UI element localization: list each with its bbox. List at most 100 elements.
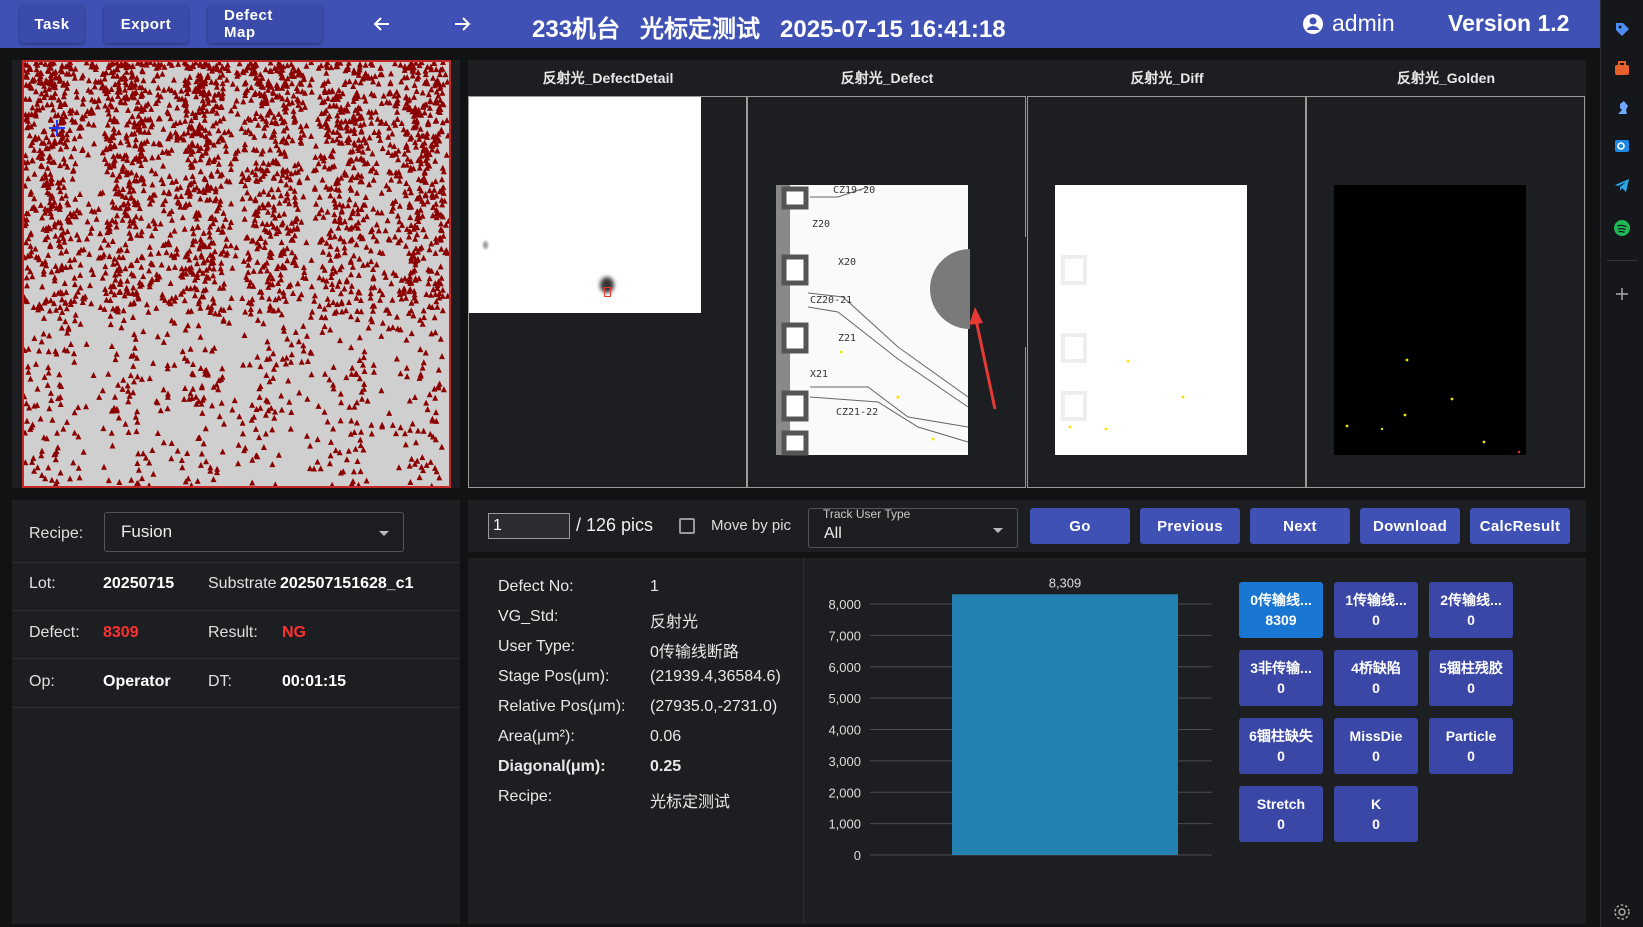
category-name: 3非传输... — [1250, 660, 1312, 676]
wafer-defect-map[interactable] — [22, 60, 451, 488]
detail-value: 0传输线断路 — [650, 644, 739, 661]
diff-image[interactable] — [1027, 96, 1306, 488]
user-name: admin — [1332, 10, 1395, 36]
back-arrow-icon[interactable] — [362, 0, 402, 48]
chevron-down-icon — [993, 528, 1003, 533]
category-count: 0 — [1277, 816, 1285, 832]
defect-category-button[interactable]: 0传输线... 8309 — [1239, 582, 1323, 638]
add-icon[interactable] — [1612, 284, 1632, 304]
right-sidebar — [1600, 0, 1643, 927]
navigation-controls: 1 / 126 pics Move by pic Track User Type… — [468, 500, 1586, 552]
category-name: Stretch — [1256, 796, 1306, 812]
detail-value: (21939.4,36584.6) — [650, 668, 781, 685]
category-count: 0 — [1467, 612, 1475, 628]
category-count: 0 — [1372, 816, 1380, 832]
image-title-golden: 反射光_Golden — [1396, 70, 1495, 86]
detail-label: Defect No: — [498, 578, 574, 595]
defect-category-button[interactable]: 1传输线... 0 — [1334, 582, 1418, 638]
trace-label-cz19-20: CZ19-20 — [833, 185, 875, 196]
chart-bar[interactable] — [952, 594, 1178, 855]
y-tick-label: 3,000 — [828, 754, 861, 769]
defect-category-button[interactable]: Stretch 0 — [1239, 786, 1323, 842]
move-by-pic-checkbox[interactable] — [679, 518, 695, 534]
trace-label-x21: X21 — [810, 369, 828, 380]
trace-label-z20: Z20 — [812, 219, 830, 230]
detail-value: 0.25 — [650, 758, 682, 775]
defect-map-button[interactable]: Defect Map — [208, 5, 322, 43]
result-value: NG — [282, 624, 306, 641]
next-button[interactable]: Next — [1250, 508, 1350, 544]
page-title: 233机台 光标定测试 2025-07-15 16:41:18 — [532, 16, 1006, 43]
download-button[interactable]: Download — [1360, 508, 1460, 544]
defect-image[interactable]: CZ19-20 Z20 X20 CZ20-21 Z21 X21 CZ21-22 — [747, 96, 1030, 488]
defect-category-button[interactable]: 4桥缺陷 0 — [1334, 650, 1418, 706]
detail-label: Diagonal(μm): — [498, 758, 606, 775]
chess-icon[interactable] — [1612, 97, 1632, 117]
category-name: 6锢柱缺失 — [1249, 728, 1313, 744]
category-count: 8309 — [1265, 612, 1297, 628]
y-tick-label: 8,000 — [828, 597, 861, 612]
tag-icon[interactable] — [1612, 19, 1632, 39]
spotify-icon[interactable] — [1612, 218, 1632, 238]
track-user-type-select[interactable]: Track User Type All — [808, 507, 1018, 548]
category-name: Particle — [1445, 728, 1497, 744]
detail-label: Area(μm²): — [498, 728, 575, 745]
detail-label: Stage Pos(μm): — [498, 668, 610, 685]
defect-category-button[interactable]: Particle 0 — [1429, 718, 1513, 774]
category-count: 0 — [1372, 748, 1380, 764]
defect-count-value: 8309 — [103, 624, 139, 641]
defect-detail-panel: Defect No: 1 VG_Std: 反射光 User Type: 0传输线… — [468, 558, 1586, 924]
toolbox-icon[interactable] — [1612, 58, 1632, 78]
category-name: 5锢柱残胶 — [1439, 660, 1503, 676]
detail-label: User Type: — [498, 638, 576, 655]
task-button[interactable]: Task — [20, 5, 84, 43]
result-label: Result: — [208, 624, 258, 641]
page-total: / 126 pics — [576, 515, 654, 535]
defect-category-button[interactable]: 3非传输... 0 — [1239, 650, 1323, 706]
trace-label-z21: Z21 — [838, 333, 856, 344]
image-title-defect-detail: 反射光_DefectDetail — [542, 70, 674, 86]
recipe-select-value: Fusion — [121, 522, 173, 541]
defect-detail-image[interactable] — [468, 96, 747, 488]
image-viewer-panel: 反射光_DefectDetail 反射光_Defect 反射光_Diff 反射光… — [468, 60, 1586, 488]
track-user-type-label: Track User Type — [823, 507, 911, 521]
substrate-value: 20250715162​8_c1 — [280, 575, 414, 592]
go-button[interactable]: Go — [1030, 508, 1130, 544]
op-label: Op: — [29, 673, 55, 690]
user-menu[interactable]: admin — [1302, 10, 1395, 37]
recipe-label: Recipe: — [29, 525, 84, 542]
y-tick-label: 2,000 — [828, 785, 861, 800]
y-tick-label: 6,000 — [828, 660, 861, 675]
detail-value: (27935.0,-2731.0) — [650, 698, 778, 715]
lot-label: Lot: — [29, 575, 56, 592]
category-name: 2传输线... — [1440, 592, 1502, 608]
category-name: 1传输线... — [1345, 592, 1407, 608]
category-name: 4桥缺陷 — [1351, 660, 1401, 676]
export-button[interactable]: Export — [104, 5, 188, 43]
detail-value: 0.06 — [650, 728, 682, 745]
dt-label: DT: — [208, 673, 232, 690]
y-tick-label: 0 — [854, 848, 861, 863]
recipe-select[interactable]: Fusion — [104, 512, 404, 552]
category-name: MissDie — [1349, 728, 1403, 744]
category-count: 0 — [1467, 748, 1475, 764]
defect-category-button[interactable]: MissDie 0 — [1334, 718, 1418, 774]
y-tick-label: 4,000 — [828, 723, 861, 738]
forward-arrow-icon[interactable] — [442, 0, 482, 48]
defect-category-button[interactable]: 2传输线... 0 — [1429, 582, 1513, 638]
previous-button[interactable]: Previous — [1140, 508, 1240, 544]
category-count: 0 — [1467, 680, 1475, 696]
version-label: Version 1.2 — [1448, 10, 1570, 36]
golden-image[interactable] — [1306, 96, 1585, 488]
settings-icon[interactable] — [1612, 902, 1632, 922]
calc-result-button[interactable]: CalcResult — [1470, 508, 1570, 544]
page-number-input[interactable]: 1 — [488, 513, 570, 539]
bar-data-label: 8,309 — [1049, 575, 1082, 590]
defect-category-button[interactable]: 6锢柱缺失 0 — [1239, 718, 1323, 774]
outlook-icon[interactable] — [1612, 136, 1632, 156]
detail-label: VG_Std: — [498, 608, 559, 625]
defect-category-button[interactable]: 5锢柱残胶 0 — [1429, 650, 1513, 706]
detail-label: Relative Pos(μm): — [498, 698, 626, 715]
telegram-icon[interactable] — [1612, 175, 1632, 195]
defect-category-button[interactable]: K0 — [1334, 786, 1418, 842]
